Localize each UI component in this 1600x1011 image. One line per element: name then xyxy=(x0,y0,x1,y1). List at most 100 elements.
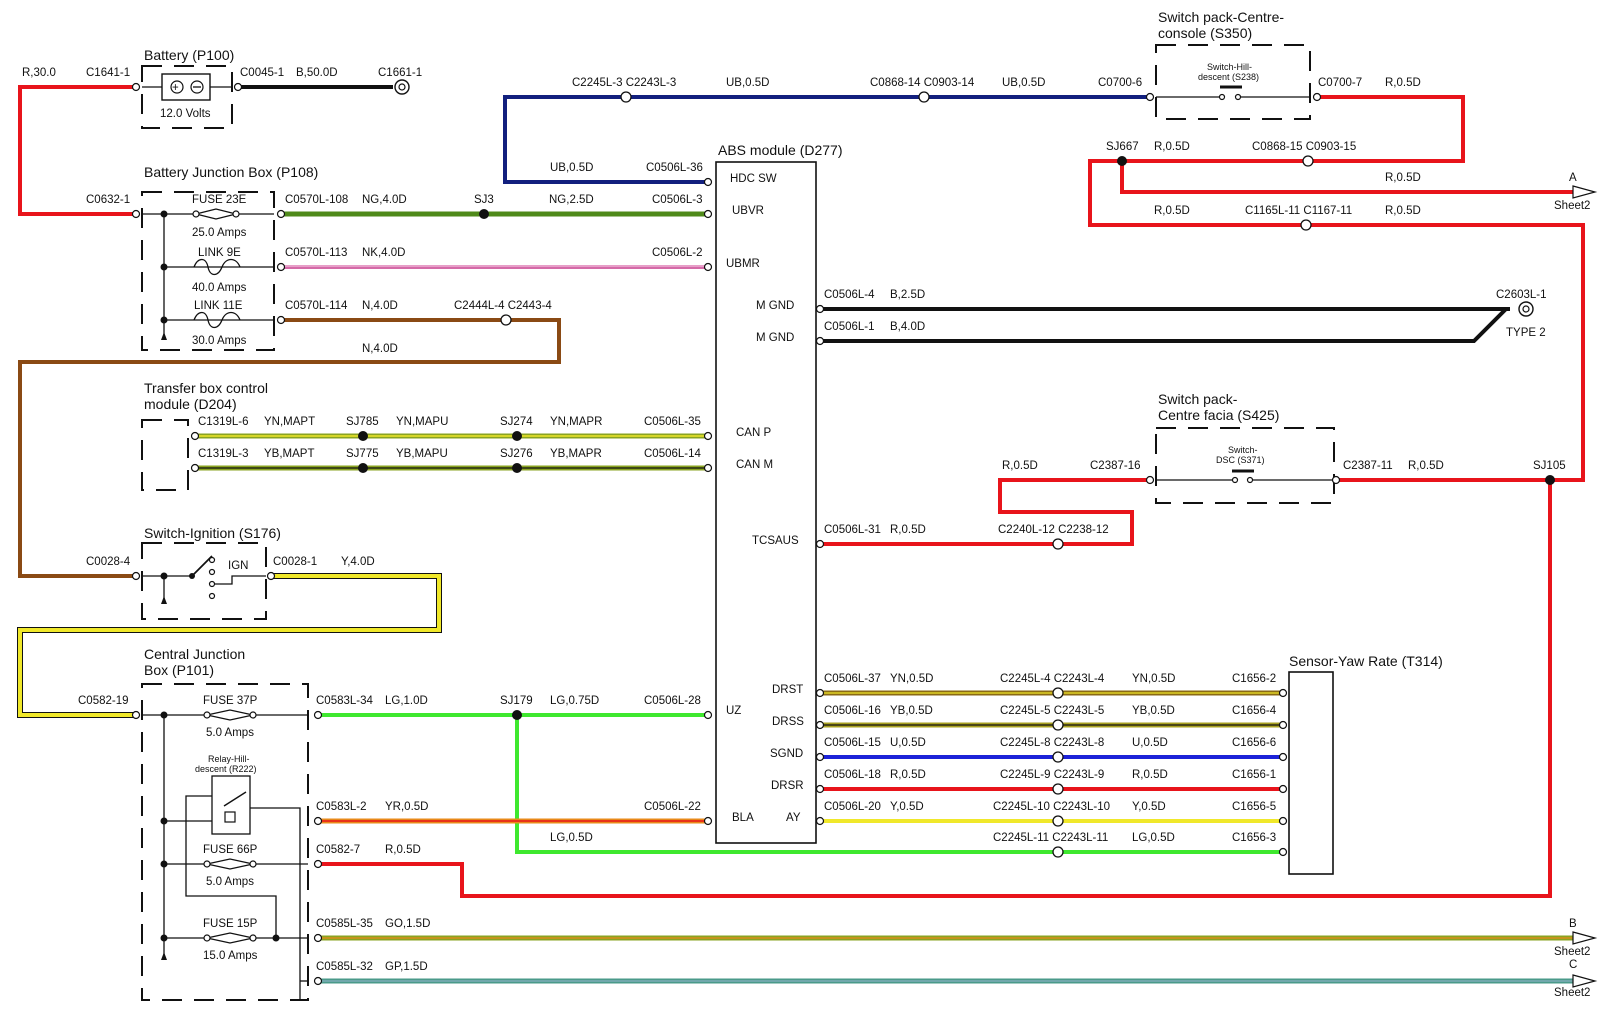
sp425-title-2: Centre facia (S425) xyxy=(1158,407,1279,423)
abs-pin-uz: UZ xyxy=(726,705,741,717)
ground-c1661-icon xyxy=(394,79,410,95)
cjb-title-1: Central Junction xyxy=(144,646,245,662)
splice-sj276 xyxy=(512,463,522,473)
link-9e-label: LINK 9E xyxy=(198,247,241,259)
wire-ub-hdcsw xyxy=(503,95,1150,184)
abs-pin-bla: BLA xyxy=(732,812,754,824)
connector-label: C1656-2 xyxy=(1232,673,1276,685)
connector-label: C2245L-9 C2243L-9 xyxy=(1000,769,1104,781)
wire-label: LG,0.75D xyxy=(550,695,599,707)
tbcm-title-1: Transfer box control xyxy=(144,380,268,396)
connector-label: C0506L-31 xyxy=(824,524,881,536)
sp425-switch-label-1: Switch- xyxy=(1228,445,1258,455)
sp425-switch-label-2: DSC (S371) xyxy=(1216,455,1265,465)
fuse-66p-amps: 5.0 Amps xyxy=(206,876,254,888)
connector-label: C0582-7 xyxy=(316,844,360,856)
abs-pin-sgnd: SGND xyxy=(770,748,803,760)
connector-label: C0868-15 C0903-15 xyxy=(1252,141,1356,153)
splice-label: SJ667 xyxy=(1106,141,1139,153)
connector-label: C2387-16 xyxy=(1090,460,1141,472)
connector-label: C0632-1 xyxy=(86,194,130,206)
wire-label: R,0.5D xyxy=(890,524,926,536)
wire-label: YB,MAPU xyxy=(396,448,448,460)
sp350-title-2: console (S350) xyxy=(1158,25,1252,41)
splice-label: SJ785 xyxy=(346,416,379,428)
connector-label: C0506L-22 xyxy=(644,801,701,813)
splice-sj667 xyxy=(1117,156,1127,166)
offsheet-c-sheet: Sheet2 xyxy=(1554,987,1590,999)
connector-label: C0583L-34 xyxy=(316,695,374,707)
wire-label: R,0.5D xyxy=(1002,460,1038,472)
wire-label: R,0.5D xyxy=(1385,205,1421,217)
wire-label: YN,MAPR xyxy=(550,416,602,428)
offsheet-b-letter: B xyxy=(1569,918,1577,930)
battery-voltage: 12.0 Volts xyxy=(160,108,211,120)
connector-label: C1641-1 xyxy=(86,67,130,79)
splice-label: SJ775 xyxy=(346,448,379,460)
connector-label: C0506L-2 xyxy=(652,247,703,259)
wire-label: YN,0.5D xyxy=(1132,673,1175,685)
fuse-37p-icon xyxy=(203,709,257,721)
splice-label: SJ276 xyxy=(500,448,533,460)
connector-label: C0506L-14 xyxy=(644,448,702,460)
connector-label: C0506L-15 xyxy=(824,737,881,749)
wire-label: N,4.0D xyxy=(362,343,398,355)
relay-label-2: descent (R222) xyxy=(195,764,257,774)
wire-label: R,0.5D xyxy=(1385,172,1421,184)
wire-label: R,0.5D xyxy=(1385,77,1421,89)
connector-label: C0506L-3 xyxy=(652,194,703,206)
wire-label: NG,4.0D xyxy=(362,194,407,206)
sensor-yaw-rate xyxy=(1288,671,1334,875)
connector-label: C0506L-20 xyxy=(824,801,881,813)
abs-pin-ubvr: UBVR xyxy=(732,205,764,217)
wire-label: LG,0.5D xyxy=(1132,832,1175,844)
connector-label: C0700-6 xyxy=(1098,77,1142,89)
link-11e-label: LINK 11E xyxy=(194,300,243,312)
connector-label: C0506L-28 xyxy=(644,695,701,707)
connector-label: C1319L-6 xyxy=(198,416,249,428)
connector-label: C0506L-4 xyxy=(824,289,875,301)
connector-label: C0506L-37 xyxy=(824,673,881,685)
wire-label: R,0.5D xyxy=(890,769,926,781)
wire-label: YN,MAPT xyxy=(264,416,315,428)
abs-pin-canm: CAN M xyxy=(736,459,773,471)
link-9e-amps: 40.0 Amps xyxy=(192,282,247,294)
fuse-15p-icon xyxy=(203,932,257,944)
fuse-23e-label: FUSE 23E xyxy=(192,194,247,206)
connector-label: C0585L-32 xyxy=(316,961,373,973)
fuse-23e-icon xyxy=(192,208,240,220)
fuse-66p-icon xyxy=(203,858,257,870)
splice-label: SJ105 xyxy=(1533,460,1566,472)
offsheet-arrow-c xyxy=(1572,974,1598,988)
connector-label: C0506L-1 xyxy=(824,321,875,333)
offsheet-b-sheet: Sheet2 xyxy=(1554,946,1590,958)
connector-label: C2245L-3 C2243L-3 xyxy=(572,77,676,89)
cjb-title-2: Box (P101) xyxy=(144,662,214,678)
wire-label: YN,0.5D xyxy=(890,673,933,685)
abs-pin-hdcsw: HDC SW xyxy=(730,173,777,185)
connector-label: C0570L-113 xyxy=(285,247,347,259)
wire-label: U,0.5D xyxy=(1132,737,1168,749)
abs-pin-ay: AY xyxy=(786,812,801,824)
connector-label: C2245L-10 C2243L-10 xyxy=(993,801,1110,813)
abs-pin-mgnd1: M GND xyxy=(756,300,794,312)
connector-label: C0028-1 xyxy=(273,556,317,568)
abs-pin-canp: CAN P xyxy=(736,427,771,439)
splice-label: SJ3 xyxy=(474,194,494,206)
wire-label: R,0.5D xyxy=(1154,205,1190,217)
transfer-box-module xyxy=(141,419,189,491)
ign-title: Switch-Ignition (S176) xyxy=(144,525,281,541)
offsheet-arrow-a xyxy=(1572,185,1598,199)
splice-sj274 xyxy=(512,431,522,441)
splice-label: SJ179 xyxy=(500,695,533,707)
sp350-title-1: Switch pack-Centre- xyxy=(1158,9,1284,25)
wire-label: NG,2.5D xyxy=(549,194,594,206)
connector-label: C1656-1 xyxy=(1232,769,1276,781)
sp350-switch-label-2: descent (S238) xyxy=(1198,72,1259,82)
wire-label: UB,0.5D xyxy=(1002,77,1045,89)
connector-label: C0582-19 xyxy=(78,695,129,707)
ground-type-label: TYPE 2 xyxy=(1506,327,1546,339)
wire-label: B,4.0D xyxy=(890,321,925,333)
splice-sj179 xyxy=(512,710,522,720)
wire-label: R,0.5D xyxy=(385,844,421,856)
